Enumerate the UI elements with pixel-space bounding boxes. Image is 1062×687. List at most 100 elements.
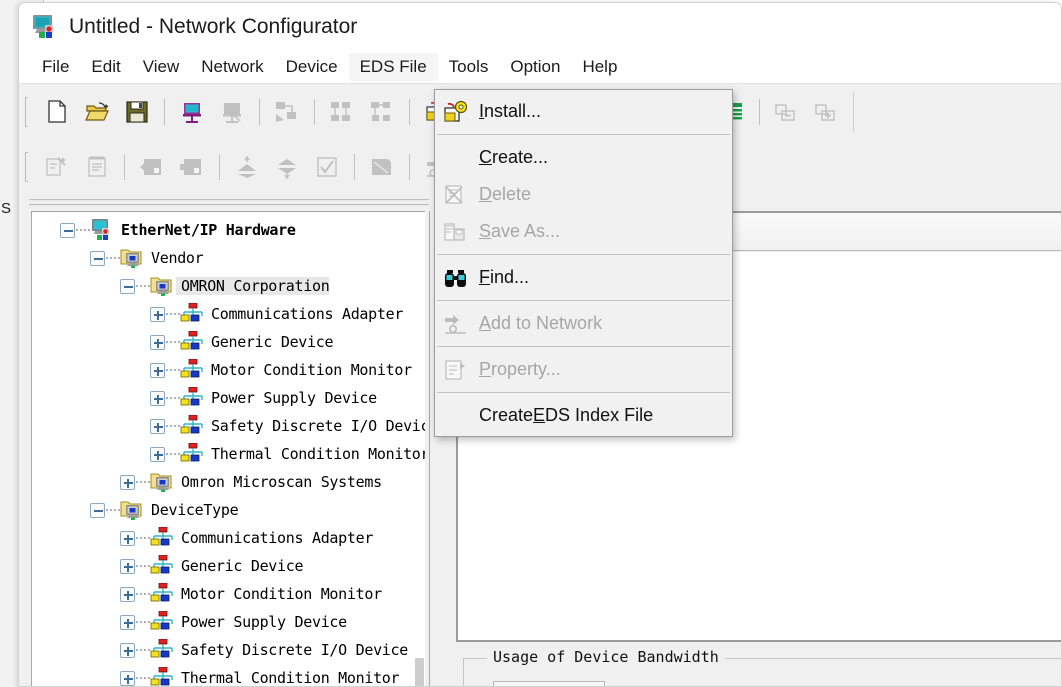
tree-node[interactable]: Generic Device — [32, 328, 425, 356]
upload-device-icon[interactable] — [132, 148, 172, 186]
save-disk-icon[interactable] — [117, 93, 157, 131]
expand-plus-icon[interactable] — [120, 642, 135, 658]
open-folder-icon[interactable] — [77, 93, 117, 131]
menu-eds-file[interactable]: EDS File — [348, 53, 438, 81]
tree-node[interactable]: Safety Discrete I/O Device — [32, 636, 425, 664]
expand-plus-icon[interactable] — [150, 390, 165, 406]
expand-plus-icon[interactable] — [150, 306, 165, 322]
remove-device-icon[interactable] — [767, 93, 807, 131]
expand-plus-icon[interactable] — [150, 418, 165, 434]
connect-online-icon[interactable] — [172, 93, 212, 131]
menu-item-create[interactable]: Create... — [435, 139, 732, 176]
tree-scrollbar-thumb[interactable] — [415, 658, 424, 686]
tree-node-label: Motor Condition Monitor — [211, 361, 412, 379]
collapse-minus-icon[interactable] — [90, 250, 105, 266]
upload-params-icon[interactable] — [227, 148, 267, 186]
device-report-icon[interactable] — [77, 148, 117, 186]
download-device-icon[interactable] — [172, 148, 212, 186]
expand-plus-icon[interactable] — [150, 362, 165, 378]
background-window-letter: S — [1, 200, 12, 217]
menu-item-label: Property... — [479, 359, 561, 379]
menu-help[interactable]: Help — [571, 53, 628, 81]
add-device-icon[interactable] — [807, 93, 847, 131]
new-document-icon[interactable] — [37, 93, 77, 131]
tree-node-label: Communications Adapter — [181, 529, 374, 547]
expand-plus-icon[interactable] — [120, 670, 135, 686]
tree-node[interactable]: Motor Condition Monitor — [32, 580, 425, 608]
device-group-icon — [180, 386, 206, 409]
menu-item-create-eds-index-file[interactable]: Create E DS Index File — [435, 397, 732, 434]
tree-node-label: DeviceType — [151, 501, 239, 519]
collapse-minus-icon[interactable] — [120, 278, 135, 294]
hardware-tree: EtherNet/IP Hardware Vendor OMRON Corporat… — [32, 216, 425, 686]
tree-node[interactable]: Safety Discrete I/O Device — [32, 412, 425, 440]
download-network-icon[interactable] — [322, 93, 362, 131]
collapse-minus-icon[interactable] — [60, 222, 75, 238]
tree-node[interactable]: OMRON Corporation — [32, 272, 425, 300]
menu-file[interactable]: File — [31, 53, 80, 81]
upload-network-icon[interactable] — [267, 93, 307, 131]
menu-option[interactable]: Option — [499, 53, 571, 81]
tree-node[interactable]: DeviceType — [32, 496, 425, 524]
menu-edit[interactable]: Edit — [80, 53, 131, 81]
tree-node[interactable]: Motor Condition Monitor — [32, 356, 425, 384]
compare-network-icon[interactable] — [362, 93, 402, 131]
collapse-minus-icon[interactable] — [90, 502, 105, 518]
tree-node[interactable]: Thermal Condition Monitor — [32, 664, 425, 686]
expand-plus-icon[interactable] — [120, 614, 135, 630]
tree-node-label: Safety Discrete I/O Device — [181, 641, 409, 659]
tree-node[interactable]: Vendor — [32, 244, 425, 272]
tree-node[interactable]: Omron Microscan Systems — [32, 468, 425, 496]
menu-view[interactable]: View — [132, 53, 191, 81]
menu-separator — [437, 300, 730, 301]
menu-item-install[interactable]: Install... — [435, 93, 732, 130]
tree-node[interactable]: Communications Adapter — [32, 524, 425, 552]
tree-node-label: EtherNet/IP Hardware — [121, 221, 296, 239]
toolbar-separator — [164, 98, 165, 125]
tree-node[interactable]: Communications Adapter — [32, 300, 425, 328]
toolbar-grip[interactable] — [25, 96, 28, 127]
expand-plus-icon[interactable] — [120, 558, 135, 574]
menu-device[interactable]: Device — [275, 53, 349, 81]
folder-device-icon — [120, 247, 146, 269]
toolbar-grip[interactable] — [25, 152, 28, 182]
expand-plus-icon[interactable] — [150, 446, 165, 462]
tree-connector-line — [136, 537, 150, 539]
tree-node-label: Power Supply Device — [181, 613, 347, 631]
tree-node[interactable]: Thermal Condition Monitor — [32, 440, 425, 468]
menu-network[interactable]: Network — [190, 53, 274, 81]
menu-item-find[interactable]: Find... — [435, 259, 732, 296]
device-monitor-icon[interactable] — [362, 148, 402, 186]
expand-plus-icon[interactable] — [120, 474, 135, 490]
eds-file-dropdown-menu[interactable]: Install... Create... Delete Save As... Find.… — [434, 89, 733, 437]
expand-plus-icon[interactable] — [120, 530, 135, 546]
menu-separator — [437, 134, 730, 135]
tree-node-label: Power Supply Device — [211, 389, 377, 407]
disconnect-offline-icon[interactable] — [212, 93, 252, 131]
menu-item-label: Create... — [479, 147, 549, 167]
verify-check-icon[interactable] — [307, 148, 347, 186]
tree-node[interactable]: Power Supply Device — [32, 608, 425, 636]
tree-node[interactable]: Power Supply Device — [32, 384, 425, 412]
menu-separator — [437, 254, 730, 255]
tree-connector-line — [136, 593, 150, 595]
tree-node-label: Omron Microscan Systems — [181, 473, 382, 491]
tree-connector-line — [76, 229, 90, 231]
eds-install-icon — [441, 99, 471, 125]
download-params-icon[interactable] — [267, 148, 307, 186]
folder-device-icon — [120, 499, 146, 521]
device-group-icon — [150, 526, 176, 549]
menu-tools[interactable]: Tools — [438, 53, 500, 81]
toolbar-separator — [124, 154, 125, 180]
expand-plus-icon[interactable] — [150, 334, 165, 350]
network-wizard-icon[interactable] — [37, 148, 77, 186]
tree-node[interactable]: Generic Device — [32, 552, 425, 580]
toolbar-separator — [354, 154, 355, 180]
menu-item-label: Find... — [479, 267, 530, 287]
menu-item-delete: Delete — [435, 176, 732, 213]
tree-node[interactable]: EtherNet/IP Hardware — [32, 216, 425, 244]
toolbar-separator — [409, 154, 410, 180]
title-bar[interactable]: Untitled - Network Configurator — [19, 3, 1061, 51]
hardware-tree-panel[interactable]: EtherNet/IP Hardware Vendor OMRON Corporat… — [31, 211, 425, 686]
expand-plus-icon[interactable] — [120, 586, 135, 602]
